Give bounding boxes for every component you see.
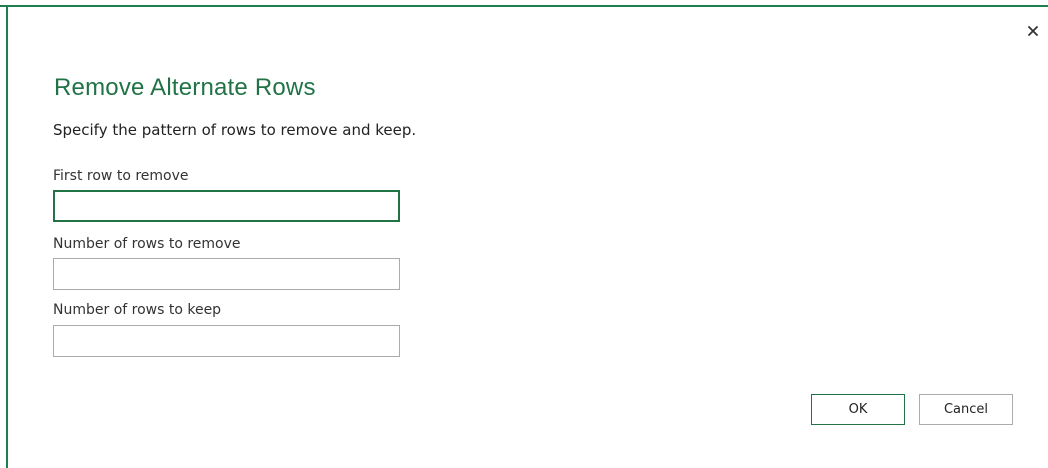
first-row-to-remove-label: First row to remove: [53, 168, 189, 184]
remove-alternate-rows-dialog: Remove Alternate Rows Specify the patter…: [0, 0, 1048, 468]
number-of-rows-to-keep-input[interactable]: [53, 325, 400, 357]
dialog-left-border: [6, 5, 8, 468]
dialog-top-border: [0, 5, 1048, 7]
first-row-to-remove-input[interactable]: [53, 190, 400, 222]
close-icon: [1028, 26, 1038, 36]
number-of-rows-to-keep-label: Number of rows to keep: [53, 302, 222, 318]
dialog-title: Remove Alternate Rows: [54, 74, 316, 101]
number-of-rows-to-remove-label: Number of rows to remove: [53, 236, 241, 252]
cancel-button[interactable]: Cancel: [919, 394, 1013, 425]
number-of-rows-to-remove-input[interactable]: [53, 258, 400, 290]
close-button[interactable]: [1022, 20, 1044, 42]
dialog-subtitle: Specify the pattern of rows to remove an…: [53, 121, 417, 139]
ok-button[interactable]: OK: [811, 394, 905, 425]
